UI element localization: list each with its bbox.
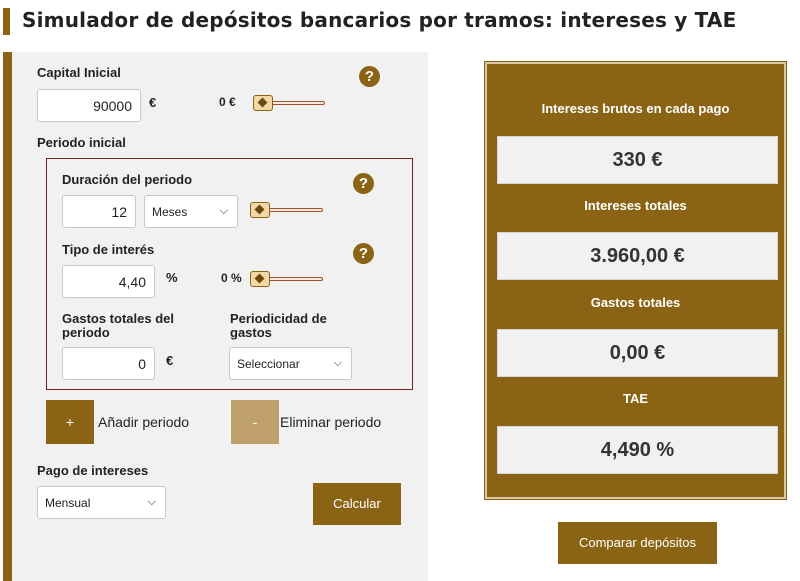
interest-payment-label: Pago de intereses — [37, 463, 149, 478]
expenses-label-line2: periodo — [62, 325, 110, 340]
capital-slider[interactable] — [253, 95, 325, 111]
capital-label: Capital Inicial — [37, 65, 121, 80]
expense-periodicity-select[interactable]: Seleccionar ⌵ — [229, 347, 352, 380]
slider-handle-icon[interactable] — [250, 271, 270, 287]
interest-slider[interactable] — [250, 271, 323, 287]
tae-value: 4,490 % — [497, 426, 778, 474]
duration-help-icon[interactable]: ? — [353, 173, 374, 194]
initial-period-box: Duración del periodo ? 12 Meses ⌵ Tipo d… — [46, 158, 413, 390]
interest-rate-unit: % — [166, 270, 178, 285]
chevron-down-icon: ⌵ — [219, 205, 228, 217]
calculate-button[interactable]: Calcular — [313, 483, 401, 525]
expenses-label-line1: Gastos totales del — [62, 311, 174, 326]
slider-handle-icon[interactable] — [250, 202, 270, 218]
compare-deposits-button[interactable]: Comparar depósitos — [558, 522, 717, 564]
capital-input[interactable]: 90000 — [37, 89, 141, 122]
tae-label: TAE — [622, 391, 649, 406]
expense-periodicity-label-line1: Periodicidad de — [230, 311, 327, 326]
duration-label: Duración del periodo — [62, 172, 193, 187]
add-period-button[interactable]: + — [46, 400, 94, 444]
chevron-down-icon: ⌵ — [147, 496, 156, 508]
duration-unit-select[interactable]: Meses ⌵ — [144, 195, 238, 228]
interest-payment-value: Mensual — [45, 496, 91, 510]
remove-period-label[interactable]: Eliminar periodo — [280, 414, 381, 430]
chevron-down-icon: ⌵ — [333, 357, 342, 369]
duration-input[interactable]: 12 — [62, 195, 136, 228]
slider-handle-icon[interactable] — [253, 95, 273, 111]
remove-period-button[interactable]: - — [231, 400, 279, 444]
total-expenses-value: 0,00 € — [497, 329, 778, 377]
duration-unit-value: Meses — [152, 205, 188, 219]
total-expenses-label: Gastos totales — [590, 295, 681, 310]
results-panel: Intereses brutos en cada pago 330 € Inte… — [485, 62, 786, 499]
gross-interest-label: Intereses brutos en cada pago — [541, 101, 730, 116]
capital-slider-min: 0 € — [219, 95, 236, 109]
title-accent-bar — [3, 8, 10, 35]
expense-periodicity-label-line2: gastos — [230, 325, 272, 340]
capital-unit: € — [149, 95, 157, 110]
duration-slider[interactable] — [250, 202, 323, 218]
expenses-input[interactable]: 0 — [62, 347, 155, 380]
page-title: Simulador de depósitos bancarios por tra… — [22, 8, 737, 32]
period-heading: Periodo inicial — [37, 135, 126, 150]
expense-periodicity-label: Periodicidad de gastos — [230, 312, 327, 340]
add-period-label[interactable]: Añadir periodo — [98, 414, 189, 430]
interest-slider-min: 0 % — [221, 271, 242, 285]
interest-rate-label: Tipo de interés — [62, 242, 155, 257]
interest-rate-help-icon[interactable]: ? — [353, 243, 374, 264]
total-interest-label: Intereses totales — [584, 198, 687, 213]
expenses-unit: € — [166, 353, 174, 368]
expenses-label: Gastos totales del periodo — [62, 312, 174, 340]
total-interest-value: 3.960,00 € — [497, 232, 778, 280]
expense-periodicity-value: Seleccionar — [237, 357, 300, 371]
gross-interest-value: 330 € — [497, 136, 778, 184]
interest-payment-select[interactable]: Mensual ⌵ — [37, 486, 166, 519]
interest-rate-input[interactable]: 4,40 — [62, 265, 155, 298]
capital-help-icon[interactable]: ? — [359, 66, 380, 87]
